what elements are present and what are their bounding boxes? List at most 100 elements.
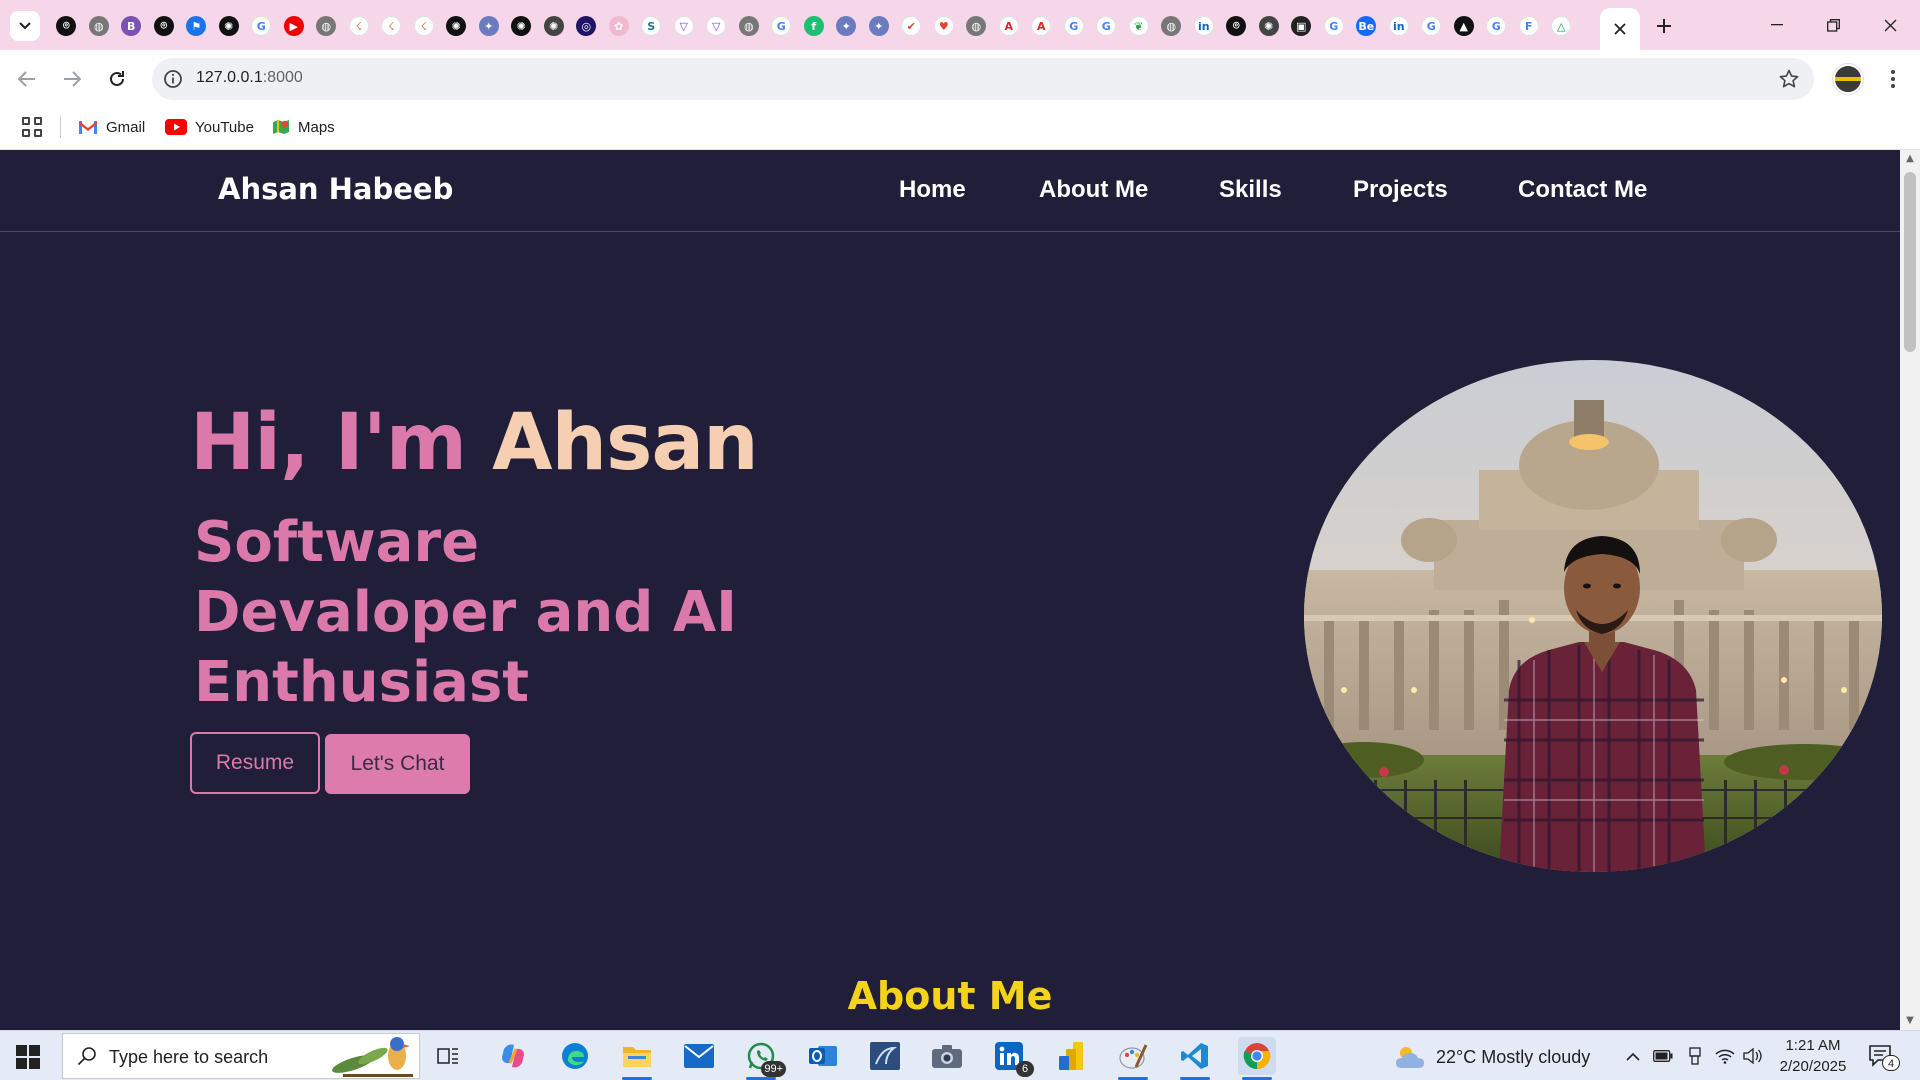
- browser-menu-button[interactable]: [1880, 64, 1906, 94]
- taskbar-paint[interactable]: [1114, 1037, 1152, 1080]
- browser-tab[interactable]: ☇: [375, 10, 408, 42]
- taskbar-whatsapp[interactable]: 99+: [742, 1037, 786, 1080]
- task-view-button[interactable]: [430, 1037, 468, 1075]
- browser-tab[interactable]: ✺: [505, 10, 538, 42]
- browser-tab[interactable]: ❦: [1123, 10, 1156, 42]
- scroll-up-icon[interactable]: ▲: [1905, 154, 1915, 164]
- browser-tab[interactable]: ▣: [1285, 10, 1318, 42]
- nav-about-me[interactable]: About Me: [1039, 176, 1148, 204]
- bookmark-youtube[interactable]: YouTube: [165, 114, 254, 140]
- browser-tab[interactable]: ✿: [603, 10, 636, 42]
- close-tab-icon[interactable]: [1614, 23, 1626, 35]
- taskbar-chrome[interactable]: [1238, 1037, 1276, 1080]
- browser-tab[interactable]: ◍: [1155, 10, 1188, 42]
- browser-tab[interactable]: ♥: [928, 10, 961, 42]
- taskbar-copilot[interactable]: [494, 1037, 532, 1075]
- browser-tab[interactable]: △: [1545, 10, 1578, 42]
- taskbar-power-bi[interactable]: [1052, 1037, 1090, 1075]
- taskbar-outlook[interactable]: [804, 1037, 842, 1075]
- browser-tab[interactable]: ⌾: [50, 10, 83, 42]
- browser-tab[interactable]: A: [1025, 10, 1058, 42]
- taskbar-sql-server[interactable]: [866, 1037, 904, 1075]
- browser-tab[interactable]: ✺: [213, 10, 246, 42]
- nav-contact-me[interactable]: Contact Me: [1518, 176, 1647, 204]
- browser-tab[interactable]: G: [1090, 10, 1123, 42]
- browser-tab[interactable]: G: [1318, 10, 1351, 42]
- browser-tab[interactable]: ✺: [538, 10, 571, 42]
- browser-tab[interactable]: ✺: [1253, 10, 1286, 42]
- browser-tab[interactable]: G: [1058, 10, 1091, 42]
- bookmark-maps[interactable]: Maps: [272, 114, 335, 140]
- browser-tab[interactable]: S: [635, 10, 668, 42]
- taskbar-edge[interactable]: [556, 1037, 594, 1075]
- nav-skills[interactable]: Skills: [1219, 176, 1282, 204]
- scroll-down-icon[interactable]: ▼: [1905, 1016, 1915, 1026]
- reload-button[interactable]: [102, 64, 132, 94]
- taskbar-vscode[interactable]: [1176, 1037, 1214, 1080]
- new-tab-button[interactable]: [1650, 12, 1678, 40]
- browser-tab[interactable]: f: [798, 10, 831, 42]
- browser-tab[interactable]: Be: [1350, 10, 1383, 42]
- site-brand[interactable]: Ahsan Habeeb: [218, 172, 453, 206]
- browser-tab[interactable]: in: [1383, 10, 1416, 42]
- battery-icon[interactable]: [1652, 1045, 1674, 1067]
- close-window-button[interactable]: [1870, 12, 1910, 38]
- resume-button[interactable]: Resume: [190, 732, 320, 794]
- browser-tab[interactable]: ◎: [570, 10, 603, 42]
- browser-tab[interactable]: F: [1513, 10, 1546, 42]
- browser-tab[interactable]: ▲: [1448, 10, 1481, 42]
- browser-tab[interactable]: ▶: [278, 10, 311, 42]
- back-button[interactable]: [12, 64, 42, 94]
- nav-home[interactable]: Home: [899, 176, 966, 204]
- site-info-icon[interactable]: [162, 68, 184, 90]
- taskbar-mail[interactable]: [680, 1037, 718, 1075]
- profile-avatar[interactable]: [1833, 64, 1863, 94]
- browser-tab[interactable]: G: [1480, 10, 1513, 42]
- browser-tab[interactable]: ☇: [408, 10, 441, 42]
- browser-tab[interactable]: ✺: [440, 10, 473, 42]
- restore-button[interactable]: [1813, 12, 1853, 38]
- weather-widget[interactable]: 22°C Mostly cloudy: [1394, 1044, 1590, 1070]
- taskbar-camera[interactable]: [928, 1037, 966, 1075]
- notification-center-button[interactable]: 4: [1868, 1043, 1900, 1071]
- browser-tab[interactable]: in: [1188, 10, 1221, 42]
- browser-tab[interactable]: A: [993, 10, 1026, 42]
- apps-grid-icon[interactable]: [22, 117, 42, 137]
- show-hidden-icons-button[interactable]: [1622, 1045, 1644, 1067]
- browser-tab[interactable]: ✦: [473, 10, 506, 42]
- nav-projects[interactable]: Projects: [1353, 176, 1448, 204]
- usb-device-icon[interactable]: [1684, 1045, 1706, 1067]
- browser-tab[interactable]: ◍: [733, 10, 766, 42]
- browser-tab[interactable]: ◍: [310, 10, 343, 42]
- bookmark-gmail[interactable]: Gmail: [78, 114, 145, 140]
- active-tab[interactable]: [1600, 8, 1640, 50]
- bookmark-star-icon[interactable]: [1778, 68, 1800, 90]
- browser-tab[interactable]: ◍: [83, 10, 116, 42]
- windows-start-button[interactable]: [16, 1045, 40, 1069]
- taskbar-linkedin[interactable]: 6: [990, 1037, 1034, 1077]
- taskbar-search-box[interactable]: Type here to search: [62, 1033, 420, 1079]
- browser-tab[interactable]: ▽: [700, 10, 733, 42]
- browser-tab[interactable]: ▽: [668, 10, 701, 42]
- browser-tab[interactable]: B: [115, 10, 148, 42]
- browser-tab[interactable]: ✦: [830, 10, 863, 42]
- volume-icon[interactable]: [1742, 1045, 1764, 1067]
- forward-button[interactable]: [57, 64, 87, 94]
- url-text[interactable]: 127.0.0.1:8000: [196, 69, 303, 87]
- browser-tab[interactable]: ◍: [960, 10, 993, 42]
- browser-tab[interactable]: G: [245, 10, 278, 42]
- browser-tab[interactable]: ⚑: [180, 10, 213, 42]
- browser-tab[interactable]: G: [1415, 10, 1448, 42]
- lets-chat-button[interactable]: Let's Chat: [325, 734, 470, 794]
- address-bar[interactable]: 127.0.0.1:8000: [152, 58, 1814, 100]
- browser-tab[interactable]: ✔: [895, 10, 928, 42]
- browser-tab[interactable]: ⌾: [1220, 10, 1253, 42]
- scrollbar-thumb[interactable]: [1904, 172, 1916, 352]
- browser-tab[interactable]: G: [765, 10, 798, 42]
- browser-tab[interactable]: ✦: [863, 10, 896, 42]
- system-clock[interactable]: 1:21 AM 2/20/2025: [1770, 1035, 1856, 1077]
- tab-search-button[interactable]: [10, 11, 40, 41]
- browser-tab[interactable]: ⌾: [148, 10, 181, 42]
- wifi-icon[interactable]: [1714, 1045, 1736, 1067]
- browser-tab[interactable]: ☇: [343, 10, 376, 42]
